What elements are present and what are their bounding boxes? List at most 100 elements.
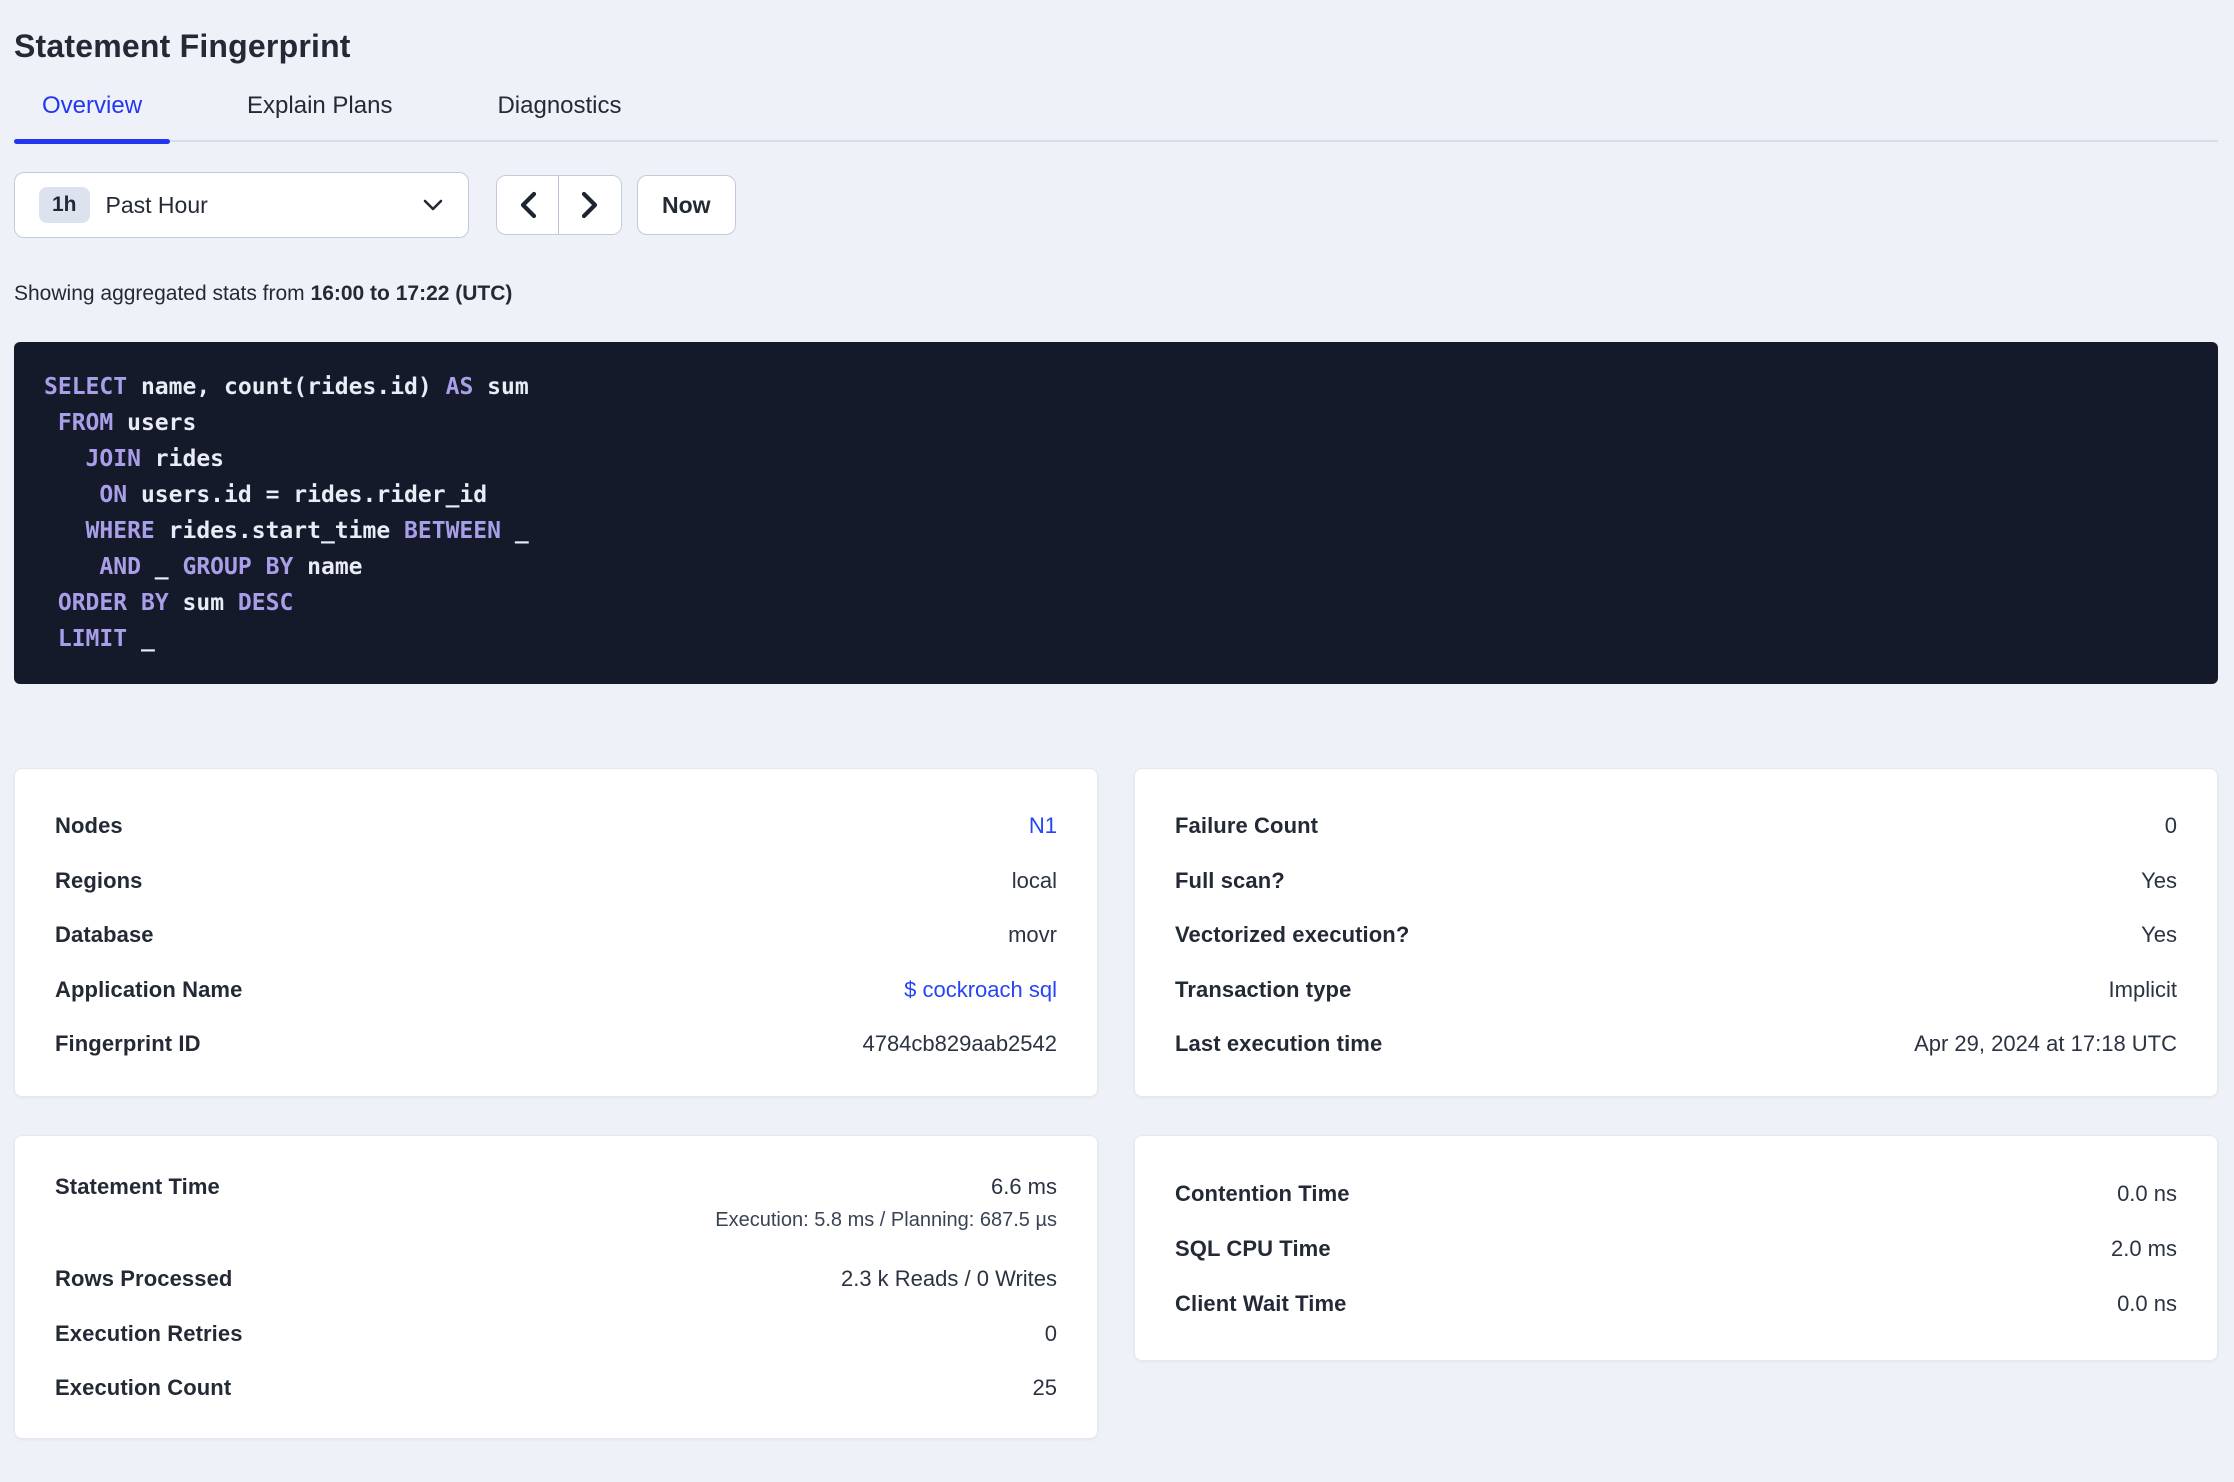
sql-token: JOIN	[85, 446, 141, 472]
row-value: 0	[1044, 1320, 1057, 1346]
row-value: 2.3 k Reads / 0 Writes	[840, 1266, 1057, 1292]
row-value: 4784cb829aab2542	[862, 1031, 1057, 1057]
sql-statement: SELECT name, count(rides.id) AS sum FROM…	[44, 369, 2188, 657]
sql-token: name	[293, 554, 363, 580]
stats-summary-prefix: Showing aggregated stats from	[14, 282, 311, 305]
stats-summary: Showing aggregated stats from 16:00 to 1…	[14, 282, 2218, 306]
sql-token: _	[140, 554, 183, 580]
row-value: 0.0 ns	[2117, 1180, 2177, 1206]
detail-row: Client Wait Time 0.0 ns	[1175, 1276, 2177, 1331]
row-label: Last execution time	[1175, 1031, 1383, 1057]
card-statement-details: Nodes N1 Regions local Database movr App…	[14, 768, 1098, 1097]
row-label: Rows Processed	[55, 1266, 233, 1292]
sql-token: users.id = rides.rider_id	[127, 482, 488, 508]
chevron-left-icon	[518, 191, 538, 219]
sql-token: FROM	[57, 410, 114, 436]
cards-grid: Nodes N1 Regions local Database movr App…	[14, 768, 2218, 1439]
row-value: Apr 29, 2024 at 17:18 UTC	[1914, 1031, 2177, 1057]
row-label: Regions	[55, 867, 143, 893]
detail-row: Execution Count 25	[55, 1361, 1057, 1416]
sql-line: JOIN rides	[44, 441, 2188, 477]
row-label: Execution Retries	[55, 1320, 243, 1346]
row-value: Yes	[2141, 922, 2177, 948]
application-name-link[interactable]: $ cockroach sql	[904, 977, 1057, 1003]
sql-token: _	[127, 626, 155, 652]
detail-row: Transaction type Implicit	[1175, 963, 2177, 1018]
row-label: Database	[55, 922, 154, 948]
detail-row: Vectorized execution? Yes	[1175, 908, 2177, 963]
next-time-button[interactable]	[559, 176, 621, 234]
time-range-label: Past Hour	[105, 191, 208, 218]
row-label: Failure Count	[1175, 813, 1319, 839]
row-value: movr	[1008, 922, 1057, 948]
tab-diagnostics[interactable]: Diagnostics	[469, 92, 649, 140]
row-label: Transaction type	[1175, 976, 1352, 1002]
row-label: Contention Time	[1175, 1180, 1350, 1206]
row-label: SQL CPU Time	[1175, 1235, 1331, 1261]
sql-token: rides	[140, 446, 225, 472]
sql-line: ON users.id = rides.rider_id	[44, 477, 2188, 513]
row-value: 6.6 ms	[990, 1174, 1057, 1199]
card-execution-attributes: Failure Count 0 Full scan? Yes Vectorize…	[1134, 768, 2218, 1097]
sql-token: name, count(rides.id)	[127, 374, 446, 400]
detail-row: Failure Count 0	[1175, 799, 2177, 854]
row-label: Application Name	[55, 976, 243, 1002]
card-statement-timing: Statement Time 6.6 ms Execution: 5.8 ms …	[14, 1135, 1098, 1439]
sql-token: GROUP	[182, 554, 252, 580]
tab-overview[interactable]: Overview	[14, 92, 171, 144]
stats-summary-range: 16:00 to 17:22 (UTC)	[310, 282, 513, 305]
detail-row: Rows Processed 2.3 k Reads / 0 Writes	[55, 1252, 1057, 1307]
row-value: Implicit	[2108, 976, 2177, 1002]
detail-row: Full scan? Yes	[1175, 854, 2177, 909]
sql-line: ORDER BY sum DESC	[44, 585, 2188, 621]
row-value: Yes	[2141, 867, 2177, 893]
row-label: Execution Count	[55, 1375, 232, 1401]
sql-line: AND _ GROUP BY name	[44, 549, 2188, 585]
row-label: Full scan?	[1175, 867, 1285, 893]
sql-token: AS	[445, 374, 474, 400]
sql-line: WHERE rides.start_time BETWEEN _	[44, 513, 2188, 549]
now-button[interactable]: Now	[637, 175, 736, 235]
row-value: 0	[2164, 813, 2177, 839]
page-title: Statement Fingerprint	[14, 28, 351, 64]
prev-time-button[interactable]	[497, 176, 559, 234]
sql-token: BY	[265, 554, 294, 580]
sql-statement-box: SELECT name, count(rides.id) AS sum FROM…	[14, 342, 2218, 684]
sql-token: WHERE	[85, 518, 155, 544]
row-label: Statement Time	[55, 1174, 220, 1199]
sql-token: BETWEEN	[404, 518, 501, 544]
nodes-link[interactable]: N1	[1029, 813, 1057, 839]
tab-overview-label: Overview	[42, 92, 143, 119]
time-range-badge: 1h	[39, 187, 90, 223]
sql-token: rides.start_time	[154, 518, 405, 544]
row-value: 0.0 ns	[2117, 1290, 2177, 1316]
row-value: 25	[1032, 1375, 1057, 1401]
tab-bar: Overview Explain Plans Diagnostics	[14, 92, 2218, 144]
statement-fingerprint-page: Statement Fingerprint Overview Explain P…	[0, 24, 2234, 1439]
chevron-right-icon	[580, 191, 600, 219]
detail-row: Regions local	[55, 854, 1057, 909]
sql-token: SELECT	[44, 374, 128, 400]
detail-row: SQL CPU Time 2.0 ms	[1175, 1221, 2177, 1276]
chevron-down-icon	[422, 198, 444, 212]
time-range-picker[interactable]: 1h Past Hour	[14, 172, 469, 238]
tab-diagnostics-label: Diagnostics	[497, 92, 622, 119]
detail-row: Execution Retries 0	[55, 1307, 1057, 1362]
tab-explain-plans[interactable]: Explain Plans	[219, 92, 420, 140]
row-label: Vectorized execution?	[1175, 922, 1410, 948]
sql-token: BY	[140, 590, 169, 616]
time-controls: 1h Past Hour Now	[14, 172, 2218, 238]
row-value: 2.0 ms	[2110, 1235, 2177, 1261]
sql-token: _	[500, 518, 529, 544]
detail-row: Fingerprint ID 4784cb829aab2542	[55, 1017, 1057, 1072]
detail-row: Contention Time 0.0 ns	[1175, 1166, 2177, 1221]
card-wait-timing: Contention Time 0.0 ns SQL CPU Time 2.0 …	[1134, 1135, 2218, 1361]
